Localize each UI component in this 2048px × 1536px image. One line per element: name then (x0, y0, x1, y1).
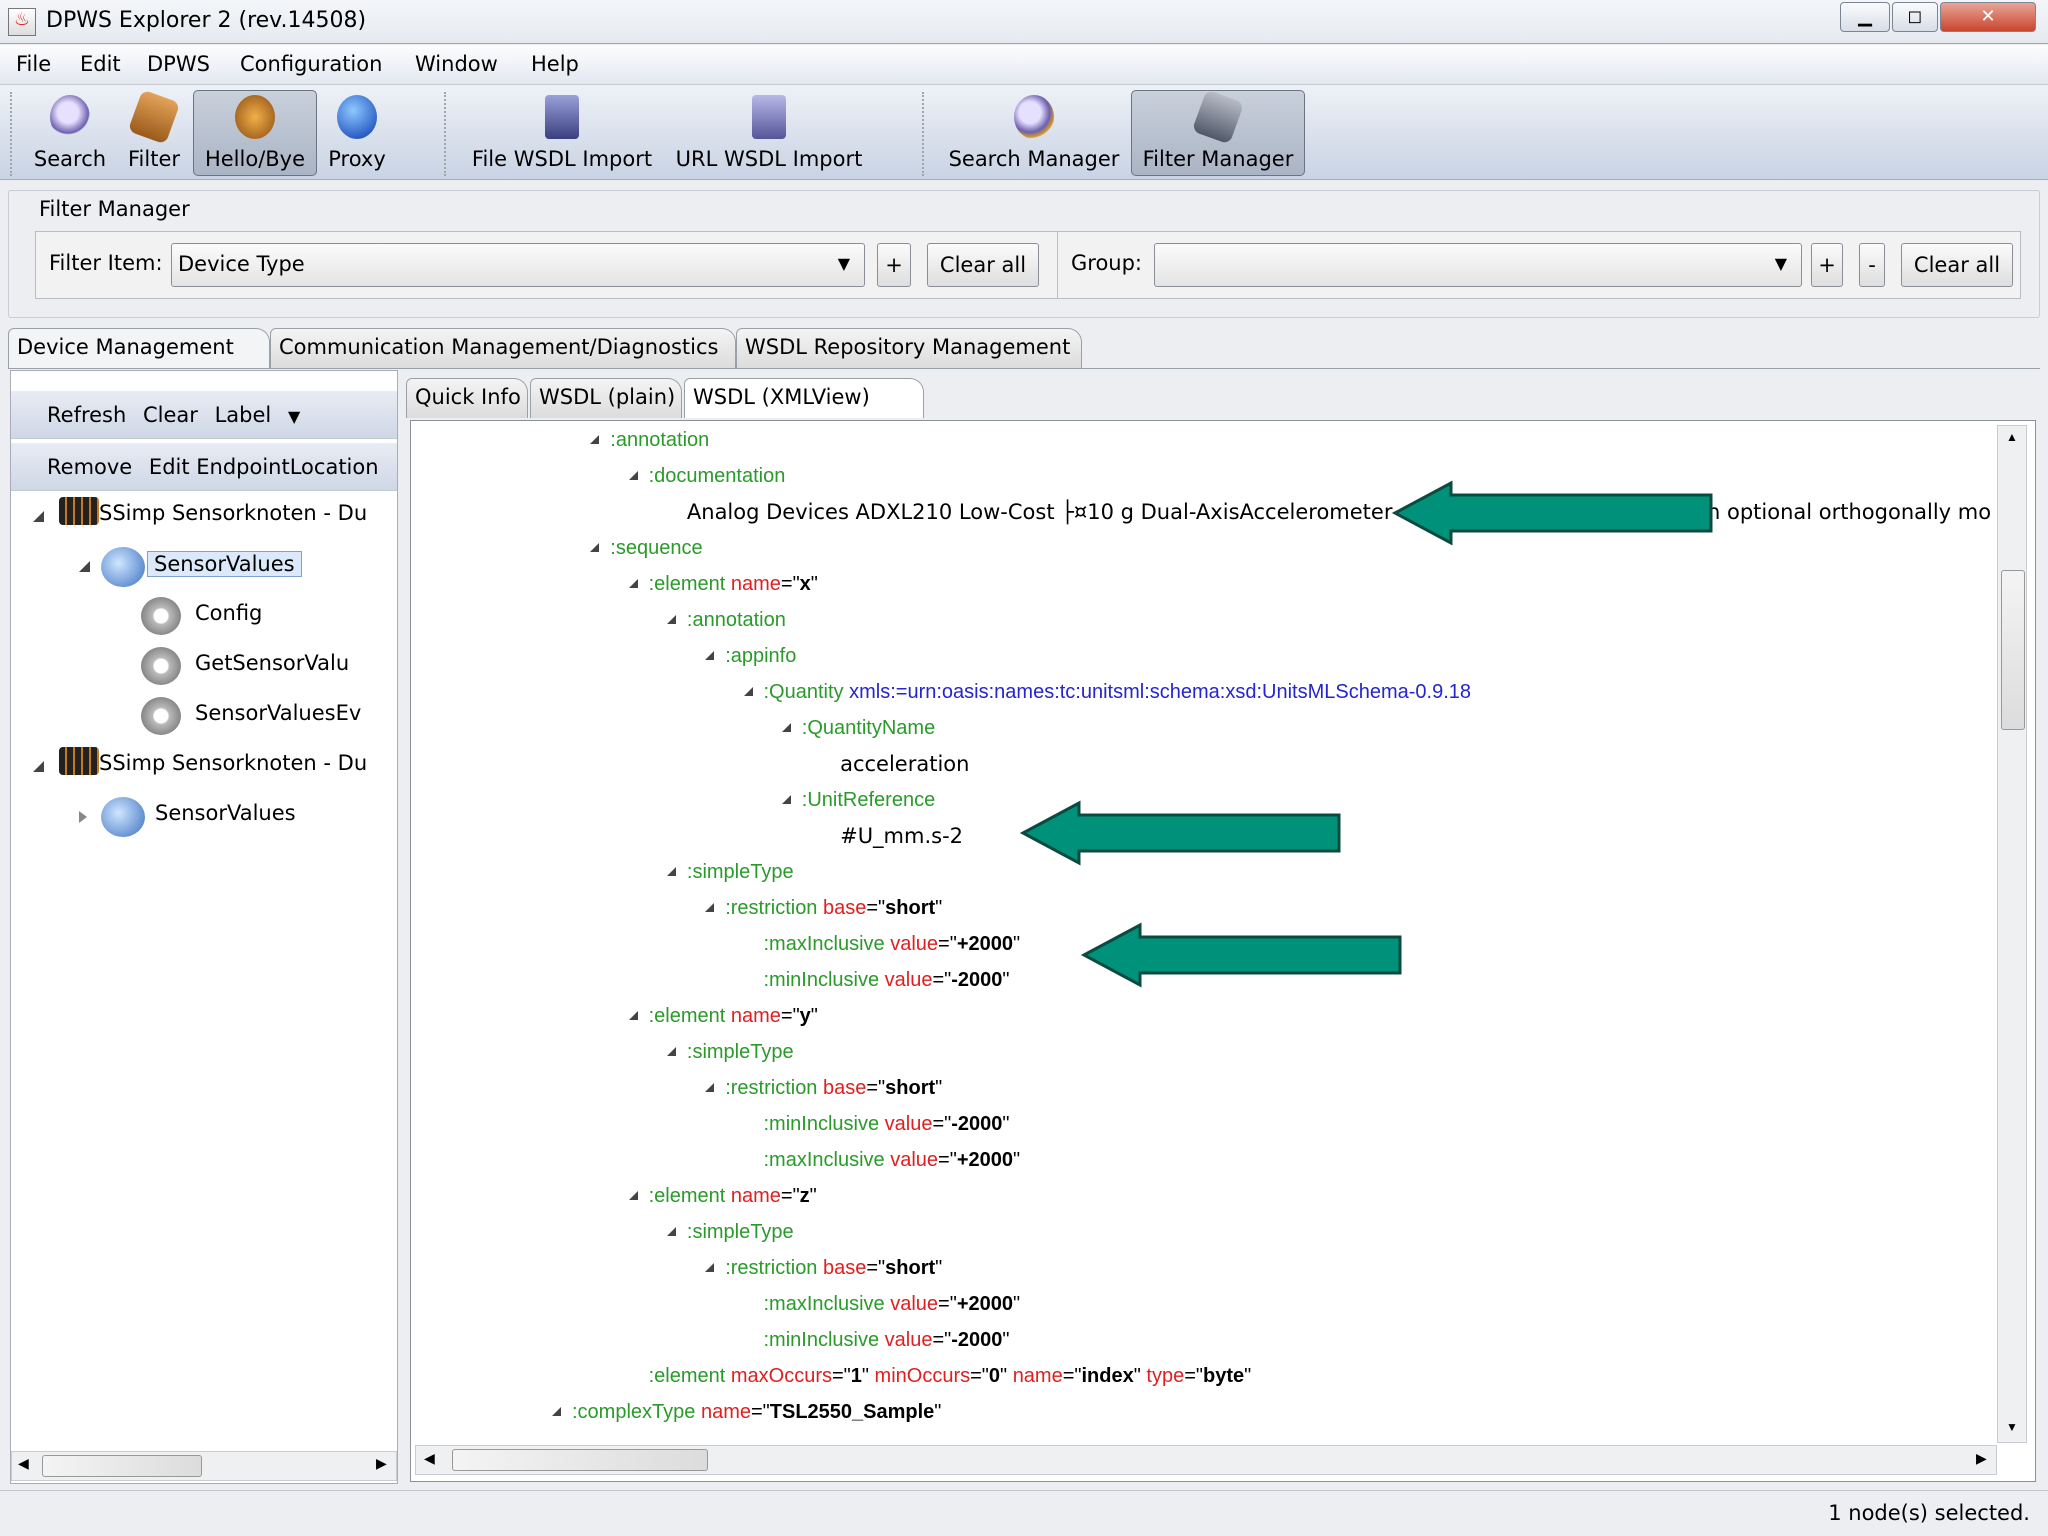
annotation-arrows (1019, 480, 1713, 988)
annotation-arrow-icon (1019, 800, 1341, 866)
status-text: 1 node(s) selected. (1828, 1501, 2030, 1525)
status-bar: 1 node(s) selected. (0, 1490, 2048, 1536)
annotation-arrow-icon (1080, 922, 1402, 988)
annotation-arrow-icon (1391, 480, 1713, 546)
